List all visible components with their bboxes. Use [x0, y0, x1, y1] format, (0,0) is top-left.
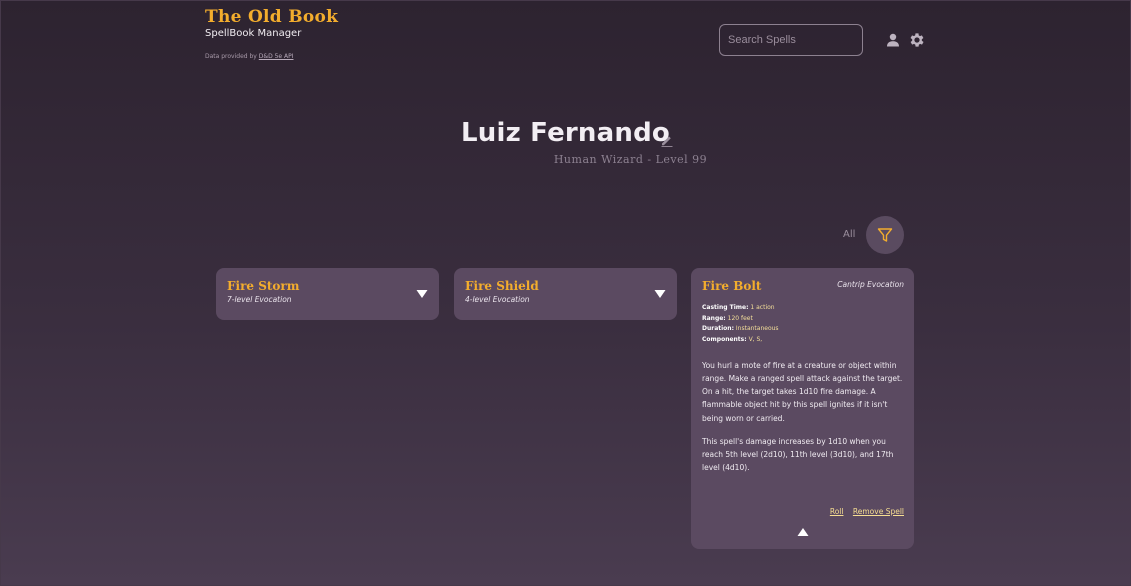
roll-link[interactable]: Roll: [830, 507, 844, 516]
remove-spell-link[interactable]: Remove Spell: [853, 507, 904, 516]
app-subtitle: SpellBook Manager: [205, 28, 302, 39]
spell-title: Fire Storm: [227, 279, 300, 293]
spell-card-fire-bolt: Fire Bolt Cantrip Evocation Casting Time…: [691, 268, 914, 549]
pencil-icon: [661, 136, 673, 147]
spell-card-fire-shield[interactable]: Fire Shield 4-level Evocation: [454, 268, 677, 320]
spell-card-fire-storm[interactable]: Fire Storm 7-level Evocation: [216, 268, 439, 320]
components-row: Components: V, S,: [702, 336, 763, 344]
spell-properties: Casting Time: 1 action Range: 120 feet D…: [702, 303, 903, 346]
character-subtitle: Human Wizard - Level 99: [553, 153, 708, 166]
edit-character-button[interactable]: [660, 132, 674, 147]
data-credit: Data provided by D&D 5e API: [205, 53, 338, 60]
brand-block: The Old Book SpellBook Manager Data prov…: [205, 6, 338, 60]
user-icon: [887, 33, 899, 47]
casting-time-row: Casting Time: 1 action: [702, 304, 775, 311]
collapse-arrow-icon[interactable]: [797, 527, 809, 537]
duration-row: Duration: Instantaneous: [702, 325, 779, 333]
api-link[interactable]: D&D 5e API: [259, 53, 294, 60]
expand-arrow-icon[interactable]: [416, 289, 428, 299]
description-paragraph: This spell's damage increases by 1d10 wh…: [702, 436, 894, 473]
range-row: Range: 120 feet: [702, 314, 753, 322]
spell-description: You hurl a mote of fire at a creature or…: [702, 359, 904, 475]
funnel-icon: [877, 228, 893, 242]
filter-label[interactable]: All: [843, 229, 855, 240]
spell-type: Cantrip Evocation: [837, 280, 904, 289]
character-name: Luiz Fernando: [461, 118, 670, 148]
spell-title: Fire Shield: [465, 279, 539, 293]
app-title: The Old Book: [205, 7, 339, 27]
spell-level: 4-level Evocation: [465, 295, 530, 304]
settings-button[interactable]: [907, 30, 927, 50]
description-paragraph: You hurl a mote of fire at a creature or…: [702, 360, 903, 423]
card-actions: Roll Remove Spell: [823, 507, 904, 516]
gear-icon: [910, 33, 924, 47]
filter-button[interactable]: [866, 216, 904, 254]
user-button[interactable]: [883, 30, 903, 50]
expand-arrow-icon[interactable]: [654, 289, 666, 299]
spell-level: 7-level Evocation: [227, 295, 292, 304]
search-input[interactable]: [719, 24, 863, 56]
credit-prefix: Data provided by: [205, 53, 257, 60]
